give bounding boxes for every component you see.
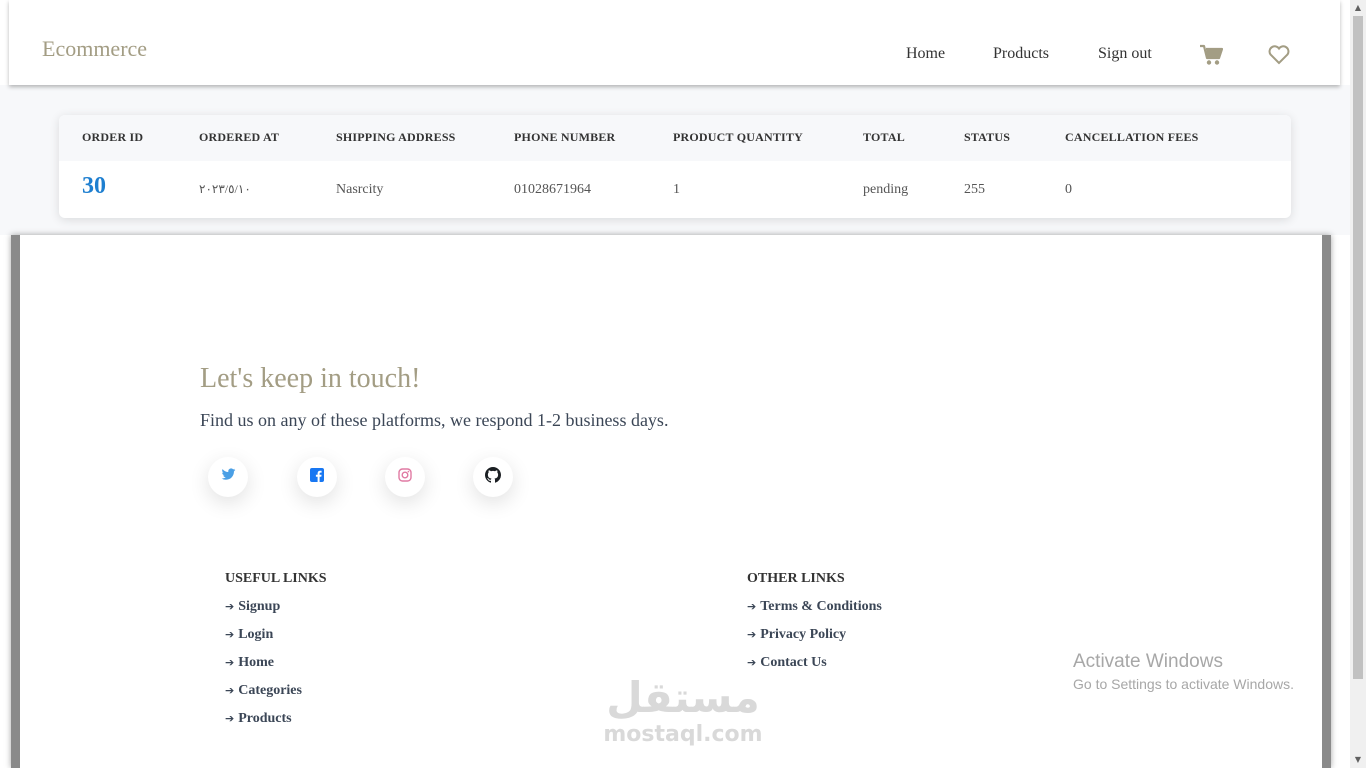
th-cancellation-fees: CANCELLATION FEES (1065, 130, 1199, 144)
order-shipping-address: Nasrcity (336, 182, 384, 197)
arrow-right-icon: ➔ (747, 628, 757, 641)
th-product-quantity: PRODUCT QUANTITY (673, 130, 803, 144)
github-icon (485, 466, 502, 488)
order-cancellation-fees: 0 (1065, 182, 1072, 197)
heart-icon[interactable] (1268, 45, 1290, 70)
footer-link-label: Signup (238, 599, 281, 614)
order-total: pending (863, 182, 909, 197)
watermark-arabic: مستقل (606, 673, 760, 722)
th-total: TOTAL (863, 130, 905, 144)
footer-link-contact[interactable]: ➔ Contact Us (747, 655, 827, 671)
nav-products-link[interactable]: Products (993, 45, 1049, 63)
other-links-title: OTHER LINKS (747, 571, 845, 586)
footer-link-products[interactable]: ➔ Products (225, 711, 292, 727)
activate-windows-notice: Activate Windows Go to Settings to activ… (1073, 651, 1294, 692)
navbar: Ecommerce Home Products Sign out (9, 0, 1340, 85)
facebook-icon (310, 467, 324, 487)
footer-link-label: Categories (238, 683, 302, 698)
footer-link-categories[interactable]: ➔ Categories (225, 683, 302, 699)
arrow-right-icon: ➔ (225, 628, 235, 641)
footer-link-signup[interactable]: ➔ Signup (225, 599, 280, 615)
footer-link-label: Home (238, 655, 274, 670)
arrow-right-icon: ➔ (225, 684, 235, 697)
arrow-right-icon: ➔ (225, 712, 235, 725)
footer-link-privacy[interactable]: ➔ Privacy Policy (747, 627, 846, 643)
order-id-link[interactable]: 30 (82, 173, 106, 200)
footer-link-label: Contact Us (760, 655, 827, 670)
mostaql-watermark: مستقل mostaql.com (598, 672, 768, 746)
twitter-icon (221, 468, 236, 486)
th-phone-number: PHONE NUMBER (514, 130, 616, 144)
github-button[interactable] (473, 457, 513, 497)
th-order-id: ORDER ID (82, 130, 144, 144)
orders-table: ORDER ID ORDERED AT SHIPPING ADDRESS PHO… (59, 115, 1291, 218)
footer-link-label: Privacy Policy (760, 627, 847, 642)
th-status: STATUS (964, 130, 1011, 144)
instagram-button[interactable] (385, 457, 425, 497)
scroll-down-icon[interactable]: ▼ (1350, 752, 1366, 768)
twitter-button[interactable] (208, 457, 248, 497)
arrow-right-icon: ➔ (747, 656, 757, 669)
scroll-up-icon[interactable]: ▲ (1350, 0, 1366, 16)
nav-signout-link[interactable]: Sign out (1098, 45, 1152, 63)
footer-link-login[interactable]: ➔ Login (225, 627, 273, 643)
cart-icon[interactable] (1199, 44, 1224, 71)
footer-link-label: Products (238, 711, 292, 726)
page-scrollbar[interactable]: ▲ ▼ (1350, 0, 1366, 768)
watermark-url: mostaql.com (603, 722, 763, 747)
arrow-right-icon: ➔ (225, 600, 235, 613)
th-shipping-address: SHIPPING ADDRESS (336, 130, 456, 144)
brand-logo[interactable]: Ecommerce (42, 36, 147, 62)
order-date: ٢٠٢٣/٥/١٠ (199, 182, 251, 196)
activate-windows-title: Activate Windows (1073, 651, 1223, 672)
footer-link-terms[interactable]: ➔ Terms & Conditions (747, 599, 882, 615)
footer-title: Let's keep in touch! (200, 363, 421, 394)
scroll-thumb[interactable] (1353, 16, 1363, 679)
order-status: 255 (964, 182, 985, 197)
arrow-right-icon: ➔ (747, 600, 757, 613)
footer-link-label: Login (238, 627, 274, 642)
instagram-icon (398, 467, 412, 487)
activate-windows-hint: Go to Settings to activate Windows. (1073, 676, 1294, 692)
order-phone-number: 01028671964 (514, 182, 591, 197)
th-ordered-at: ORDERED AT (199, 130, 280, 144)
footer-link-label: Terms & Conditions (760, 599, 882, 614)
arrow-right-icon: ➔ (225, 656, 235, 669)
nav-home-link[interactable]: Home (906, 45, 945, 63)
useful-links-title: USEFUL LINKS (225, 571, 327, 586)
order-product-quantity: 1 (673, 182, 680, 197)
footer-subtitle: Find us on any of these platforms, we re… (200, 410, 669, 430)
footer-link-home[interactable]: ➔ Home (225, 655, 274, 671)
facebook-button[interactable] (297, 457, 337, 497)
